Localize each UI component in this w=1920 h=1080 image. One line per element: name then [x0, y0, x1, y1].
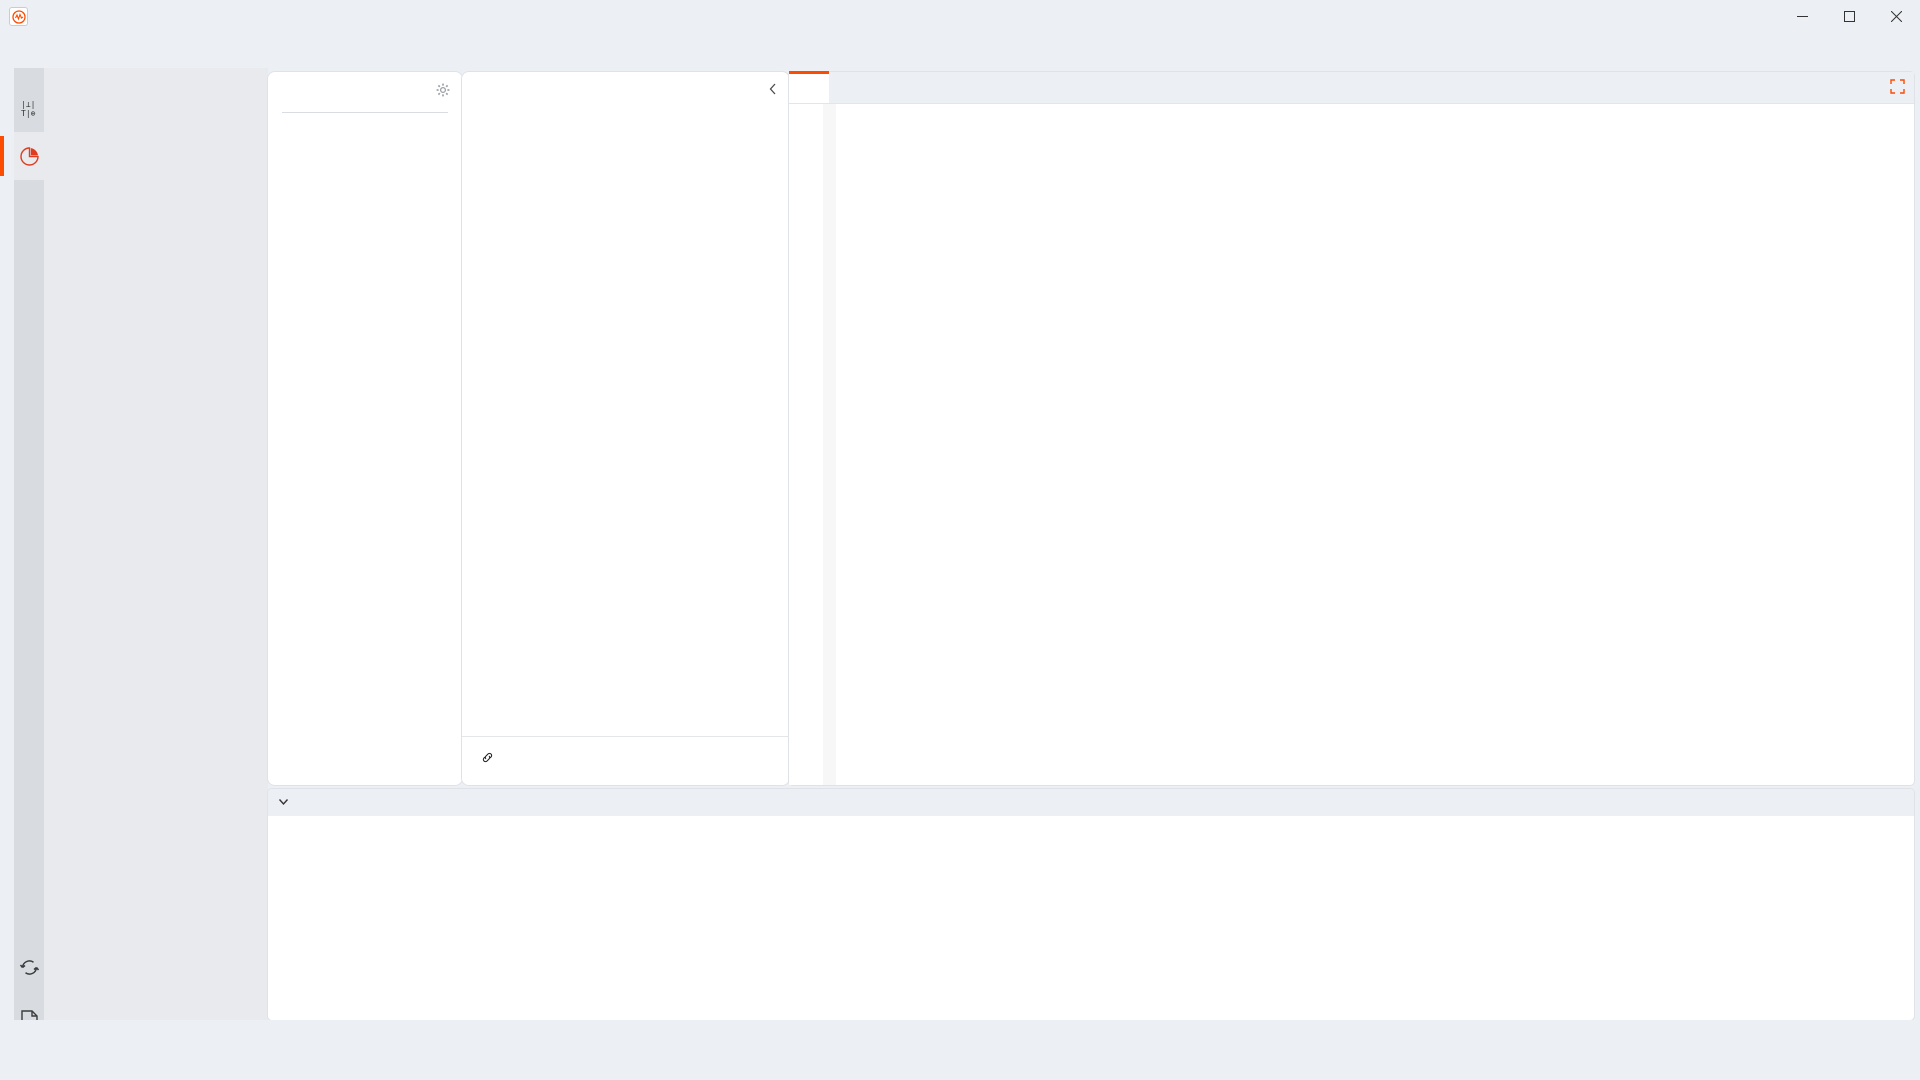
procedure-panel [789, 71, 1914, 785]
line-number-gutter [789, 104, 823, 785]
log-panel [268, 789, 1914, 1020]
title-bar [0, 0, 1920, 33]
components-header [268, 72, 462, 106]
app-logo-icon [9, 7, 28, 26]
svg-text:T|⊕: T|⊕ [21, 109, 36, 118]
gear-icon[interactable] [436, 83, 450, 102]
components-divider [282, 112, 448, 113]
maximize-button[interactable] [1826, 0, 1873, 33]
code-fold-column[interactable] [823, 104, 836, 785]
svg-text:|⊥|: |⊥| [21, 100, 35, 109]
log-output [268, 816, 1914, 1020]
log-header[interactable] [268, 789, 1914, 816]
procedure-tab-bar [789, 71, 1914, 104]
run-tree[interactable] [44, 68, 268, 1020]
window-controls [1779, 0, 1920, 33]
link-icon[interactable] [481, 751, 494, 767]
chevron-left-icon[interactable] [767, 82, 779, 101]
property-help-box [462, 736, 789, 785]
rail-background [14, 68, 44, 1020]
property-help-title-row [476, 751, 775, 767]
left-icon-rail: |⊥| T|⊕ [0, 68, 44, 1031]
components-panel [268, 72, 462, 785]
properties-panel [462, 72, 789, 785]
tab-procedure[interactable] [789, 71, 829, 103]
status-bar [0, 1020, 1920, 1049]
refresh-icon[interactable] [14, 943, 44, 991]
menu-bar [0, 33, 1920, 97]
analysis-pie-icon[interactable] [0, 132, 44, 180]
measurement-icon[interactable]: |⊥| T|⊕ [14, 84, 44, 132]
close-button[interactable] [1873, 0, 1920, 33]
code-editor[interactable] [789, 104, 1914, 785]
chevron-down-icon[interactable] [277, 795, 290, 811]
properties-header [462, 72, 789, 109]
expand-icon[interactable] [1890, 79, 1905, 99]
minimize-button[interactable] [1779, 0, 1826, 33]
